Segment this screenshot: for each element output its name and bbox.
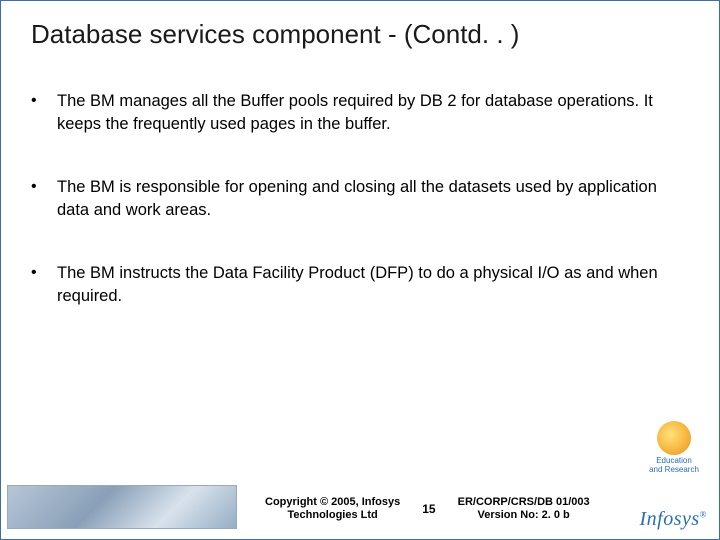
slide-body: • The BM manages all the Buffer pools re… [1, 50, 719, 539]
bullet-dot-icon: • [31, 90, 57, 136]
bullet-text: The BM is responsible for opening and cl… [57, 176, 669, 222]
bullet-text: The BM instructs the Data Facility Produ… [57, 262, 669, 308]
copyright-text: Copyright © 2005, Infosys Technologies L… [265, 496, 400, 522]
copyright-line1: Copyright © 2005, Infosys [265, 496, 400, 508]
docid-line2: Version No: 2. 0 b [477, 509, 569, 521]
docid-line1: ER/CORP/CRS/DB 01/003 [458, 496, 590, 508]
infosys-logo-text: Infosys [639, 508, 699, 530]
slide: Database services component - (Contd. . … [0, 0, 720, 540]
bullet-item: • The BM instructs the Data Facility Pro… [31, 262, 669, 308]
footer: Copyright © 2005, Infosys Technologies L… [1, 479, 719, 539]
sun-icon [657, 421, 691, 455]
infosys-logo: Infosys® [639, 508, 707, 531]
edu-logo-line2: and Research [643, 466, 705, 475]
bullet-dot-icon: • [31, 176, 57, 222]
bullet-item: • The BM manages all the Buffer pools re… [31, 90, 669, 136]
bullet-text: The BM manages all the Buffer pools requ… [57, 90, 669, 136]
registered-icon: ® [700, 509, 707, 519]
copyright-line2: Technologies Ltd [288, 509, 378, 521]
bullet-dot-icon: • [31, 262, 57, 308]
footer-decorative-image [7, 485, 237, 529]
document-id: ER/CORP/CRS/DB 01/003 Version No: 2. 0 b [458, 496, 590, 522]
slide-title: Database services component - (Contd. . … [1, 1, 719, 50]
page-number: 15 [422, 502, 435, 516]
bullet-item: • The BM is responsible for opening and … [31, 176, 669, 222]
education-research-logo: Education and Research [643, 421, 705, 475]
